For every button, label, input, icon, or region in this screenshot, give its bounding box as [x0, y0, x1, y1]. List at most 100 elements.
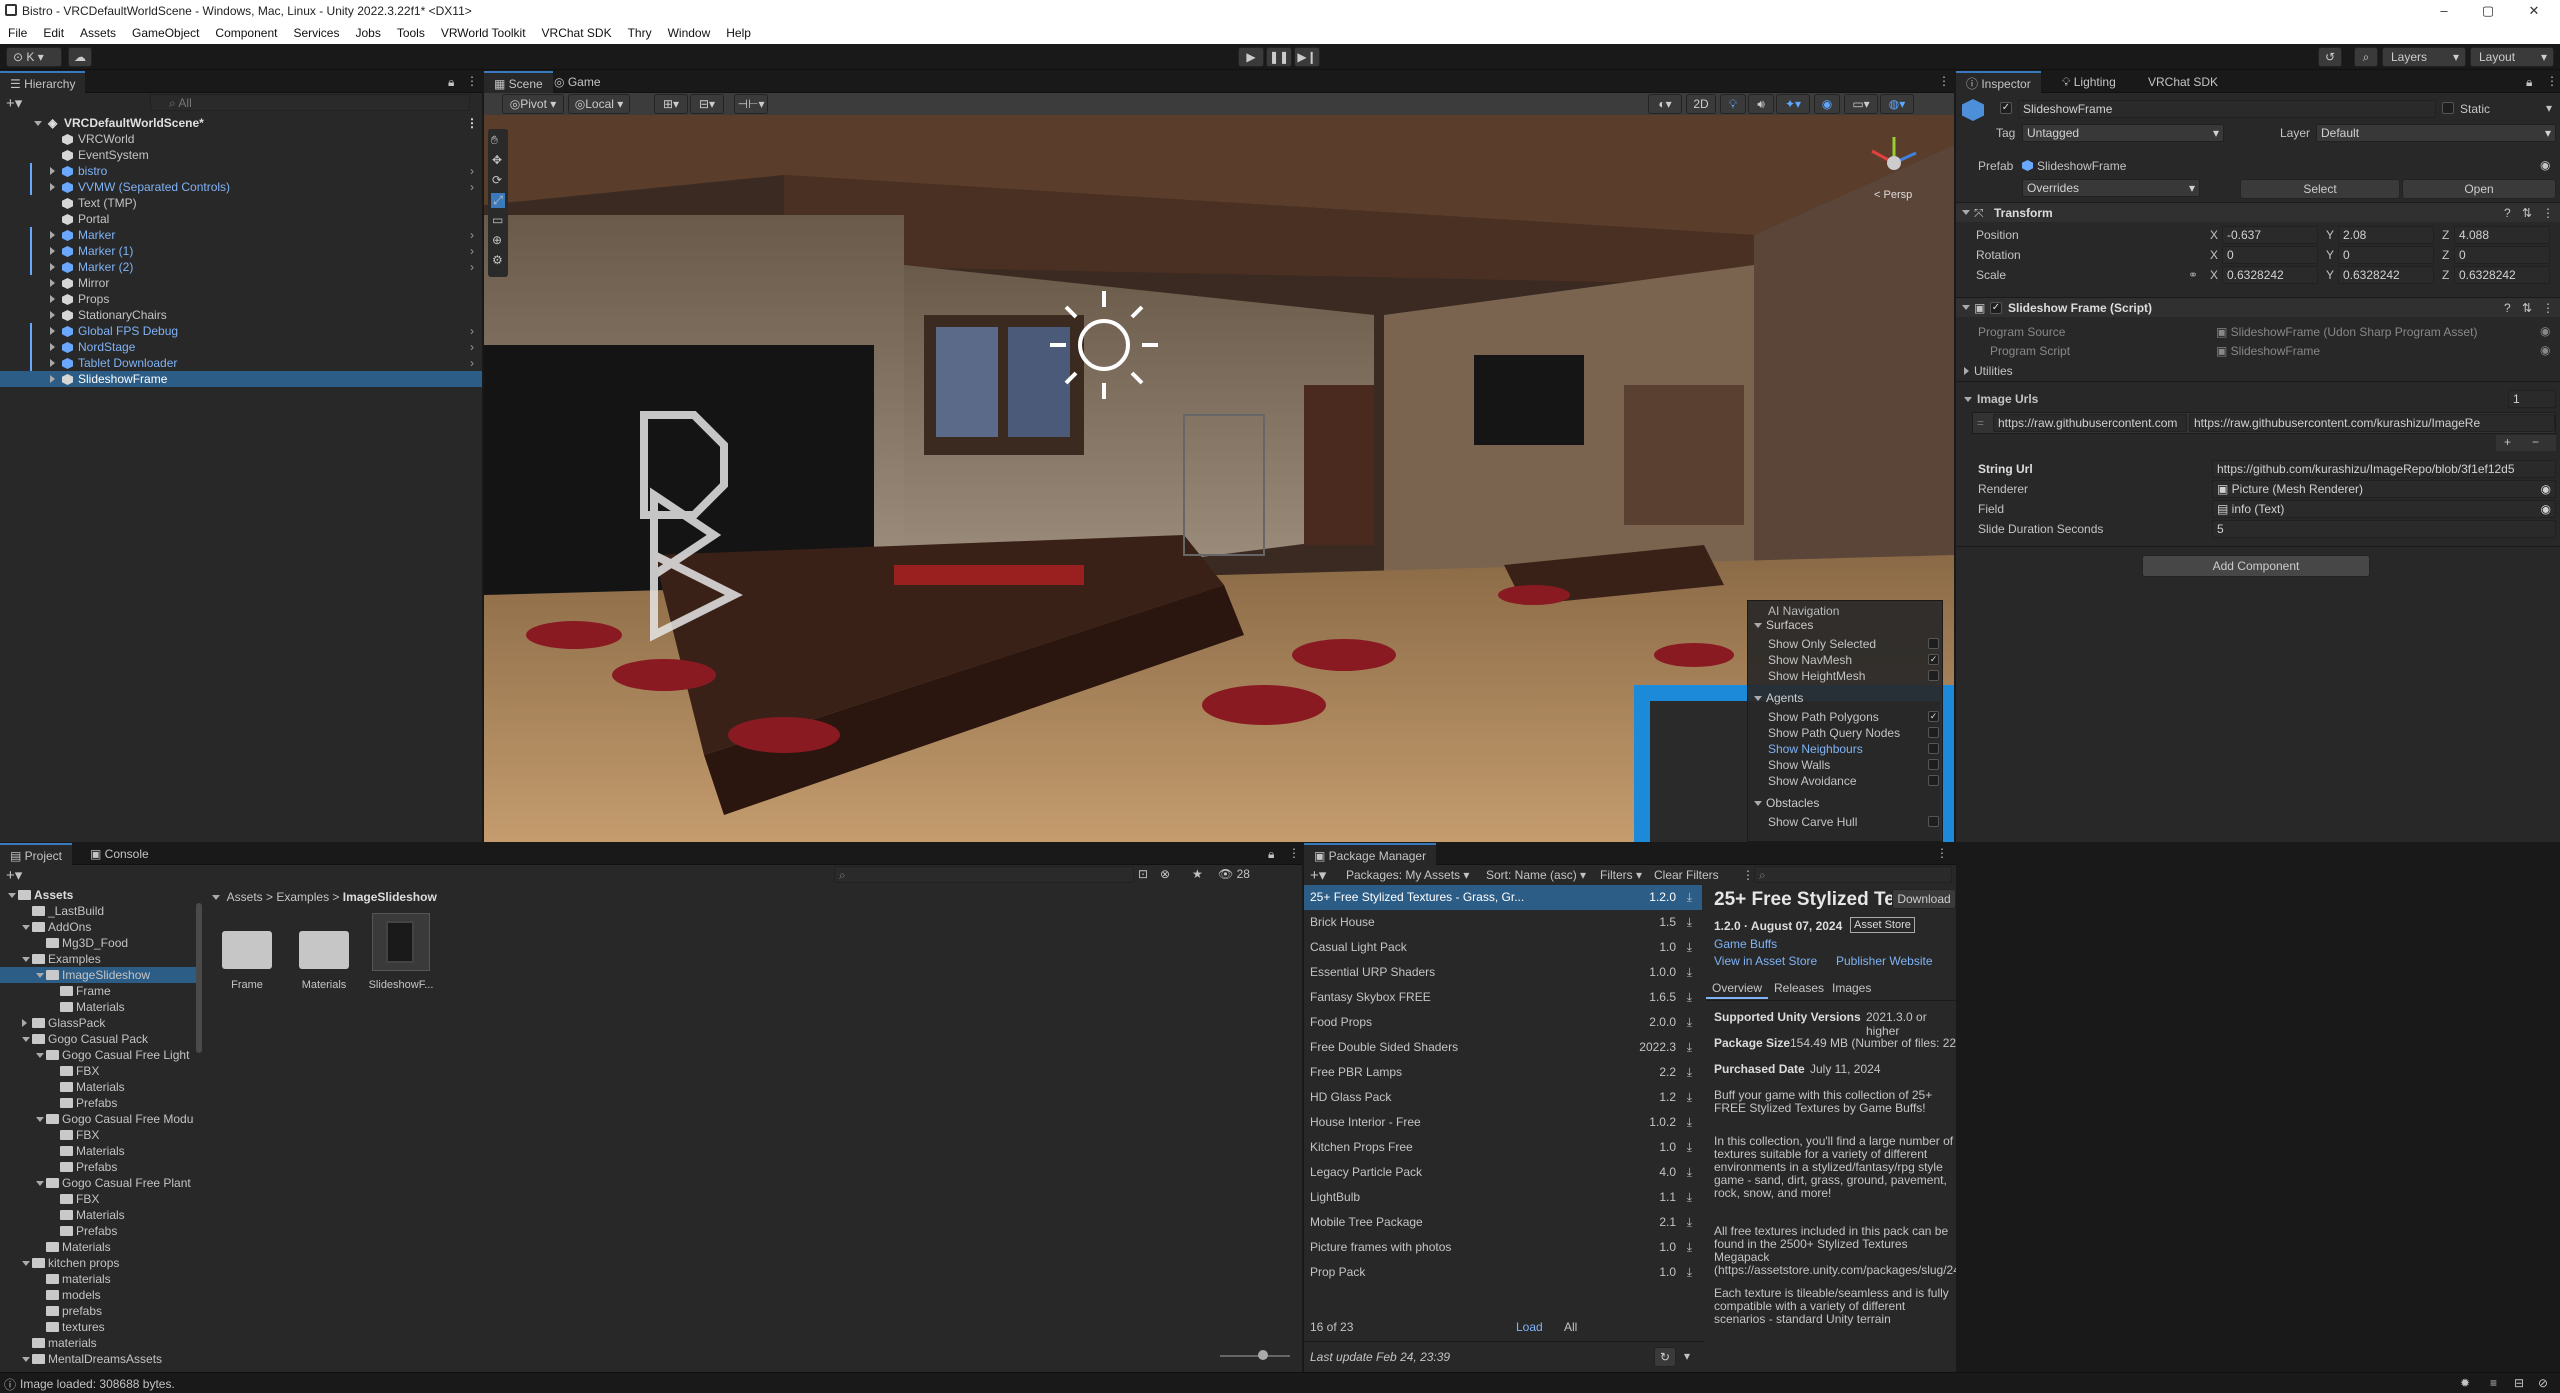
publisher-website-link[interactable]: Publisher Website	[1836, 954, 1933, 968]
ai-option-checkbox[interactable]: ✓	[1928, 654, 1939, 665]
project-tree-item[interactable]: Mg3D_Food	[0, 935, 200, 951]
drag-handle-icon[interactable]: =	[1977, 416, 1984, 430]
project-tree-item[interactable]: materials	[0, 1271, 200, 1287]
project-tree-item[interactable]: Prefabs	[0, 1159, 200, 1175]
ai-option-checkbox[interactable]	[1928, 743, 1939, 754]
expand-arrow-icon[interactable]	[50, 279, 55, 287]
project-tree-item[interactable]: Prefabs	[0, 1223, 200, 1239]
audio-toggle-icon[interactable]: 🔊︎	[1748, 94, 1774, 114]
expand-arrow-icon[interactable]	[22, 1019, 27, 1027]
breadcrumb-assets[interactable]: Assets	[227, 890, 263, 904]
expand-arrow-icon[interactable]	[50, 247, 55, 255]
search-by-label-icon[interactable]: ⊗	[1160, 867, 1170, 881]
hidden-packages-icon[interactable]: 👁︎ 28	[1218, 867, 1250, 881]
more-options-icon[interactable]: ⋮	[1938, 74, 1950, 88]
ai-option-checkbox[interactable]	[1928, 759, 1939, 770]
clear-filters-button[interactable]: Clear Filters	[1654, 868, 1719, 882]
transform-scale-y-input[interactable]: 0.6328242	[2338, 266, 2434, 284]
status-text[interactable]: Image loaded: 308688 bytes.	[20, 1377, 175, 1391]
utilities-foldout[interactable]: Utilities	[1964, 364, 2013, 378]
project-tree-item[interactable]: Materials	[0, 1079, 200, 1095]
package-list-item[interactable]: Casual Light Pack 1.0 ⤓	[1304, 935, 1702, 960]
build-icon[interactable]: ⊘	[2538, 1376, 2548, 1390]
hand-tool-icon[interactable]: ✋︎	[491, 133, 498, 148]
open-prefab-arrow-icon[interactable]: ›	[470, 179, 474, 195]
rect-tool-icon[interactable]: ▭	[492, 213, 503, 227]
cloud-icon[interactable]: ☁	[68, 47, 92, 67]
package-list-item[interactable]: House Interior - Free 1.0.2 ⤓	[1304, 1110, 1702, 1135]
axis-z-label[interactable]: Z	[2442, 248, 2449, 262]
expand-arrow-icon[interactable]	[22, 925, 30, 930]
help-icon[interactable]: ?	[2504, 301, 2511, 315]
static-checkbox[interactable]	[2442, 102, 2454, 114]
expand-arrow-icon[interactable]	[50, 231, 55, 239]
add-icon[interactable]: +▾	[6, 94, 22, 112]
open-prefab-button[interactable]: Open	[2402, 179, 2556, 199]
hierarchy-item[interactable]: Marker (2) ›	[0, 259, 482, 275]
more-options-icon[interactable]: ⋮	[1288, 846, 1300, 860]
load-all-link[interactable]: All	[1564, 1320, 1577, 1334]
package-list-item[interactable]: Essential URP Shaders 1.0.0 ⤓	[1304, 960, 1702, 985]
tag-dropdown[interactable]: Untagged ▾	[2022, 124, 2224, 142]
lighting-toggle-icon[interactable]: 💡︎	[1720, 94, 1746, 114]
package-list-item[interactable]: HD Glass Pack 1.2 ⤓	[1304, 1085, 1702, 1110]
lighting-icon[interactable]: ⊟	[2514, 1376, 2524, 1390]
expand-arrow-icon[interactable]	[50, 327, 55, 335]
project-tree-item[interactable]: Materials	[0, 999, 200, 1015]
progress-icon[interactable]: ≡	[2490, 1376, 2497, 1390]
preset-icon[interactable]: ⇅	[2522, 301, 2532, 315]
download-button[interactable]: Download	[1892, 889, 1956, 909]
local-dropdown[interactable]: ◎Local ▾	[568, 94, 630, 114]
view-in-asset-store-link[interactable]: View in Asset Store	[1714, 954, 1817, 968]
expand-arrow-icon[interactable]	[22, 1037, 30, 1042]
package-list-item[interactable]: LightBulb 1.1 ⤓	[1304, 1185, 1702, 1210]
tab-console[interactable]: ▣ Console	[80, 843, 159, 865]
ai-option-checkbox[interactable]	[1928, 816, 1939, 827]
sort-dropdown[interactable]: Sort: Name (asc) ▾	[1486, 868, 1586, 882]
move-tool-icon[interactable]: ✥	[492, 153, 502, 167]
zoom-slider[interactable]	[1220, 1350, 1290, 1360]
lock-icon[interactable]: 🔒︎	[2526, 75, 2532, 90]
project-tree-item[interactable]: Assets	[0, 887, 200, 903]
transform-position-y-input[interactable]: 2.08	[2338, 226, 2434, 244]
project-tree-item[interactable]: models	[0, 1287, 200, 1303]
gizmos-toggle-icon[interactable]: ◍▾	[1880, 94, 1914, 114]
load-more-link[interactable]: Load	[1516, 1320, 1543, 1334]
hierarchy-item[interactable]: VVMW (Separated Controls) ›	[0, 179, 482, 195]
project-tree-item[interactable]: materials	[0, 1335, 200, 1351]
select-prefab-button[interactable]: Select	[2240, 179, 2400, 199]
asset-tile[interactable]: SlideshowF...	[364, 913, 438, 1023]
rotate-tool-icon[interactable]: ⟳	[492, 173, 502, 187]
tab-vrchat-sdk[interactable]: VRChat SDK	[2138, 71, 2228, 93]
package-list-item[interactable]: Legacy Particle Pack 4.0 ⤓	[1304, 1160, 1702, 1185]
ai-option-checkbox[interactable]	[1928, 670, 1939, 681]
transform-position-x-input[interactable]: -0.637	[2222, 226, 2318, 244]
expand-arrow-icon[interactable]	[36, 1117, 44, 1122]
expand-arrow-icon[interactable]	[50, 311, 55, 319]
package-list-item[interactable]: Free PBR Lamps 2.2 ⤓	[1304, 1060, 1702, 1085]
tab-inspector[interactable]: ⓘ Inspector	[1956, 71, 2041, 93]
transform-header[interactable]: ⤧ Transform ? ⇅ ⋮	[1956, 202, 2560, 222]
open-prefab-arrow-icon[interactable]: ›	[470, 259, 474, 275]
menu-vrworld-toolkit[interactable]: VRWorld Toolkit	[433, 22, 534, 44]
layers-dropdown[interactable]: Layers ▾	[2382, 47, 2466, 67]
hierarchy-item[interactable]: Text (TMP)	[0, 195, 482, 211]
breadcrumb-imageslideshow[interactable]: ImageSlideshow	[343, 890, 437, 904]
transform-scale-x-input[interactable]: 0.6328242	[2222, 266, 2318, 284]
expand-arrow-icon[interactable]	[50, 295, 55, 303]
project-tree-item[interactable]: MentalDreamsAssets	[0, 1351, 200, 1367]
more-options-icon[interactable]: ⋮	[2546, 74, 2558, 88]
expand-arrow-icon[interactable]	[50, 183, 55, 191]
field-object-field[interactable]: ▤ info (Text) ◉	[2212, 500, 2556, 518]
ai-option-checkbox[interactable]: ✓	[1928, 711, 1939, 722]
ai-section-surfaces[interactable]: Surfaces	[1754, 618, 1813, 632]
add-component-button[interactable]: Add Component	[2142, 555, 2370, 577]
ai-section-obstacles[interactable]: Obstacles	[1754, 796, 1819, 810]
tab-project[interactable]: ▤ Project	[0, 843, 73, 865]
tab-images[interactable]: Images	[1826, 977, 1877, 999]
hierarchy-item[interactable]: bistro ›	[0, 163, 482, 179]
project-tree-item[interactable]: FBX	[0, 1063, 200, 1079]
axis-y-label[interactable]: Y	[2326, 228, 2334, 242]
open-prefab-arrow-icon[interactable]: ›	[470, 355, 474, 371]
project-tree-item[interactable]: FBX	[0, 1127, 200, 1143]
